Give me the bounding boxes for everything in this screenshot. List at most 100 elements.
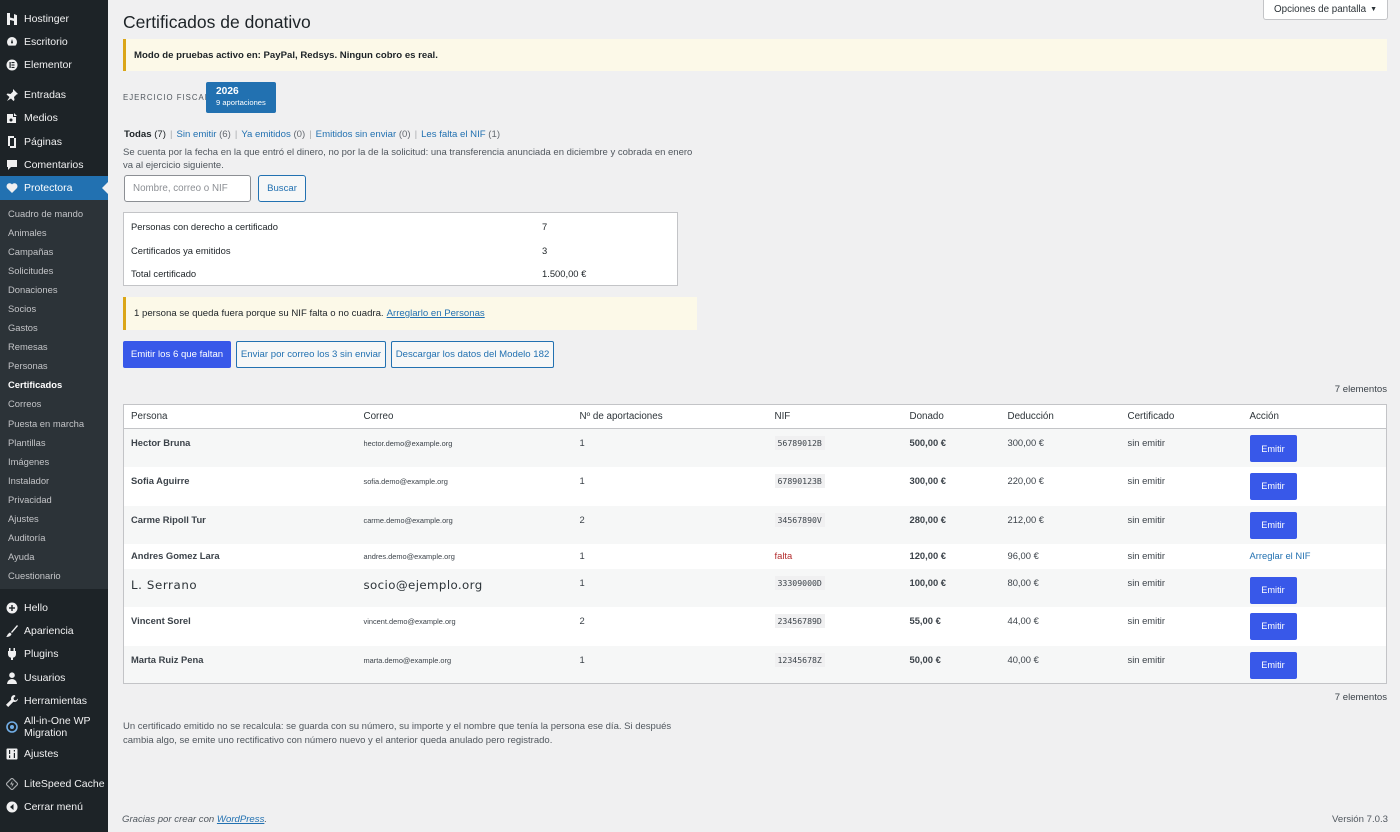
summary-box: Personas con derecho a certificado 7 Cert… [123,212,678,286]
submenu-item[interactable]: Ayuda [0,547,108,566]
collapse-menu-button[interactable]: Cerrar menú [0,796,108,819]
filter-emitidos-sin-enviar[interactable]: Emitidos sin enviar (0) [316,129,411,140]
col-deduccion: Deducción [1000,404,1121,429]
settings-icon [6,748,18,760]
search-button[interactable]: Buscar [258,175,306,202]
menu-ajustes[interactable]: Ajustes [0,742,108,765]
heart-icon [6,182,18,194]
plugin-icon [6,648,18,661]
submenu-item[interactable]: Personas [0,356,108,375]
menu-hostinger[interactable]: Hostinger [0,7,108,30]
table-row: Marta Ruiz Pena marta.demo@example.org 1… [123,645,1387,684]
menu-elementor[interactable]: Elementor [0,53,108,76]
submenu-item[interactable]: Cuestionario [0,566,108,585]
fix-nif-link[interactable]: Arreglar el NIF [1250,550,1311,561]
menu-escritorio[interactable]: Escritorio [0,30,108,53]
table-row: Vincent Sorel vincent.demo@example.org 2… [124,607,1387,646]
submenu-item[interactable]: Puesta en marcha [0,414,108,433]
col-persona: Persona [123,404,357,429]
menu-plugins[interactable]: Plugins [0,643,108,666]
col-aportaciones: Nº de aportaciones [572,404,768,429]
fiscal-year-description: Se cuenta por la fecha en la que entró e… [123,147,693,171]
menu-all-in-one-migration[interactable]: All-in-One WP Migration [0,712,108,742]
submenu-item[interactable]: Instalador [0,471,108,490]
menu-hello[interactable]: Hello [0,596,108,619]
submenu-item[interactable]: Remesas [0,337,108,356]
menu-herramientas[interactable]: Herramientas [0,689,108,712]
nif-missing: falta [774,549,793,561]
comments-icon [6,159,18,171]
emit-button[interactable]: Emitir [1249,472,1297,500]
fiscal-year-chip[interactable]: 2026 9 aportaciones [206,82,276,113]
pages-icon [6,135,18,148]
menu-entradas[interactable]: Entradas [0,84,108,107]
filter-ya-emitidos[interactable]: Ya emitidos (0) [241,129,305,140]
user-icon [6,671,18,684]
submenu-item[interactable]: Gastos [0,318,108,337]
items-count-bottom: 7 elementos [1334,692,1387,703]
submenu-item[interactable]: Certificados [0,375,108,394]
missing-nif-notice: 1 persona se queda fuera porque su NIF f… [123,297,697,330]
fix-in-personas-link[interactable]: Arreglarlo en Personas [387,308,485,319]
certificates-table: Persona Correo Nº de aportaciones NIF Do… [123,404,1387,684]
emit-button[interactable]: Emitir [1249,511,1297,539]
submenu-item[interactable]: Cuadro de mando [0,204,108,223]
submenu-item[interactable]: Privacidad [0,490,108,509]
summary-row: Certificados ya emitidos 3 [131,244,548,256]
menu-medios[interactable]: Medios [0,107,108,130]
emit-button[interactable]: Emitir [1249,651,1297,679]
table-row: Hector Bruna hector.demo@example.org 1 5… [123,428,1387,467]
col-certificado: Certificado [1120,404,1243,429]
submenu-item[interactable]: Animales [0,223,108,242]
table-row: Carme Ripoll Tur carme.demo@example.org … [123,505,1387,544]
litespeed-icon [6,778,18,791]
filter-todas[interactable]: Todas (7) [124,129,166,140]
submenu-item[interactable]: Solicitudes [0,261,108,280]
emit-button[interactable]: Emitir [1249,576,1297,604]
page-title: Certificados de donativo [123,12,311,32]
screen-options-toggle[interactable]: Opciones de pantalla ▼ [1263,0,1388,20]
col-accion: Acción [1242,404,1387,429]
summary-row: Total certificado 1.500,00 € [131,267,587,279]
download-modelo-182-button[interactable]: Descargar los datos del Modelo 182 [391,341,554,368]
submenu-item[interactable]: Correos [0,394,108,413]
table-row: Sofia Aguirre sofia.demo@example.org 1 6… [124,467,1387,506]
menu-protectora[interactable]: Protectora [0,176,108,200]
emit-missing-button[interactable]: Emitir los 6 que faltan [123,341,231,368]
submenu-item[interactable]: Ajustes [0,509,108,528]
submenu-item[interactable]: Donaciones [0,280,108,299]
menu-comentarios[interactable]: Comentarios [0,153,108,176]
footer-thanks: Gracias por crear con WordPress. [122,814,268,825]
admin-sidebar: Hostinger Escritorio Elementor Entradas … [0,0,108,832]
menu-paginas[interactable]: Páginas [0,130,108,153]
menu-litespeed-cache[interactable]: LiteSpeed Cache [0,773,108,796]
plus-circle-icon [6,602,18,614]
send-unsent-button[interactable]: Enviar por correo los 3 sin enviar [236,341,386,368]
protectora-submenu: Cuadro de mando Animales Campañas Solicitud… [0,199,108,590]
caret-down-icon: ▼ [1370,6,1377,13]
emit-button[interactable]: Emitir [1249,435,1297,462]
fiscal-year-label: Ejercicio fiscal [123,93,211,102]
submenu-item[interactable]: Auditoría [0,528,108,547]
submenu-item[interactable]: Plantillas [0,433,108,452]
main-content: Opciones de pantalla ▼ Certificados de d… [108,0,1400,832]
filter-falta-nif[interactable]: Les falta el NIF (1) [421,129,500,140]
footer-version: Versión 7.0.3 [1331,814,1388,825]
submenu-item[interactable]: Campañas [0,242,108,261]
wordpress-link[interactable]: WordPress [217,814,264,825]
status-filters: Todas (7) | Sin emitir (6) | Ya emitidos… [124,129,501,140]
hostinger-icon [6,12,18,25]
search-input[interactable]: Nombre, correo o NIF [124,175,251,202]
filter-sin-emitir[interactable]: Sin emitir (6) [176,129,230,140]
emit-button[interactable]: Emitir [1249,612,1297,640]
items-count-top: 7 elementos [1334,384,1387,395]
wrench-icon [6,694,18,707]
test-mode-notice: Modo de pruebas activo en: PayPal, Redsy… [123,39,1387,71]
table-row: L. Serrano socio@ejemplo.org 1 33309000D… [123,568,1387,607]
submenu-item[interactable]: Imágenes [0,452,108,471]
submenu-item[interactable]: Socios [0,299,108,318]
menu-usuarios[interactable]: Usuarios [0,666,108,689]
col-donado: Donado [902,404,1001,429]
media-icon [6,112,18,124]
menu-apariencia[interactable]: Apariencia [0,620,108,643]
